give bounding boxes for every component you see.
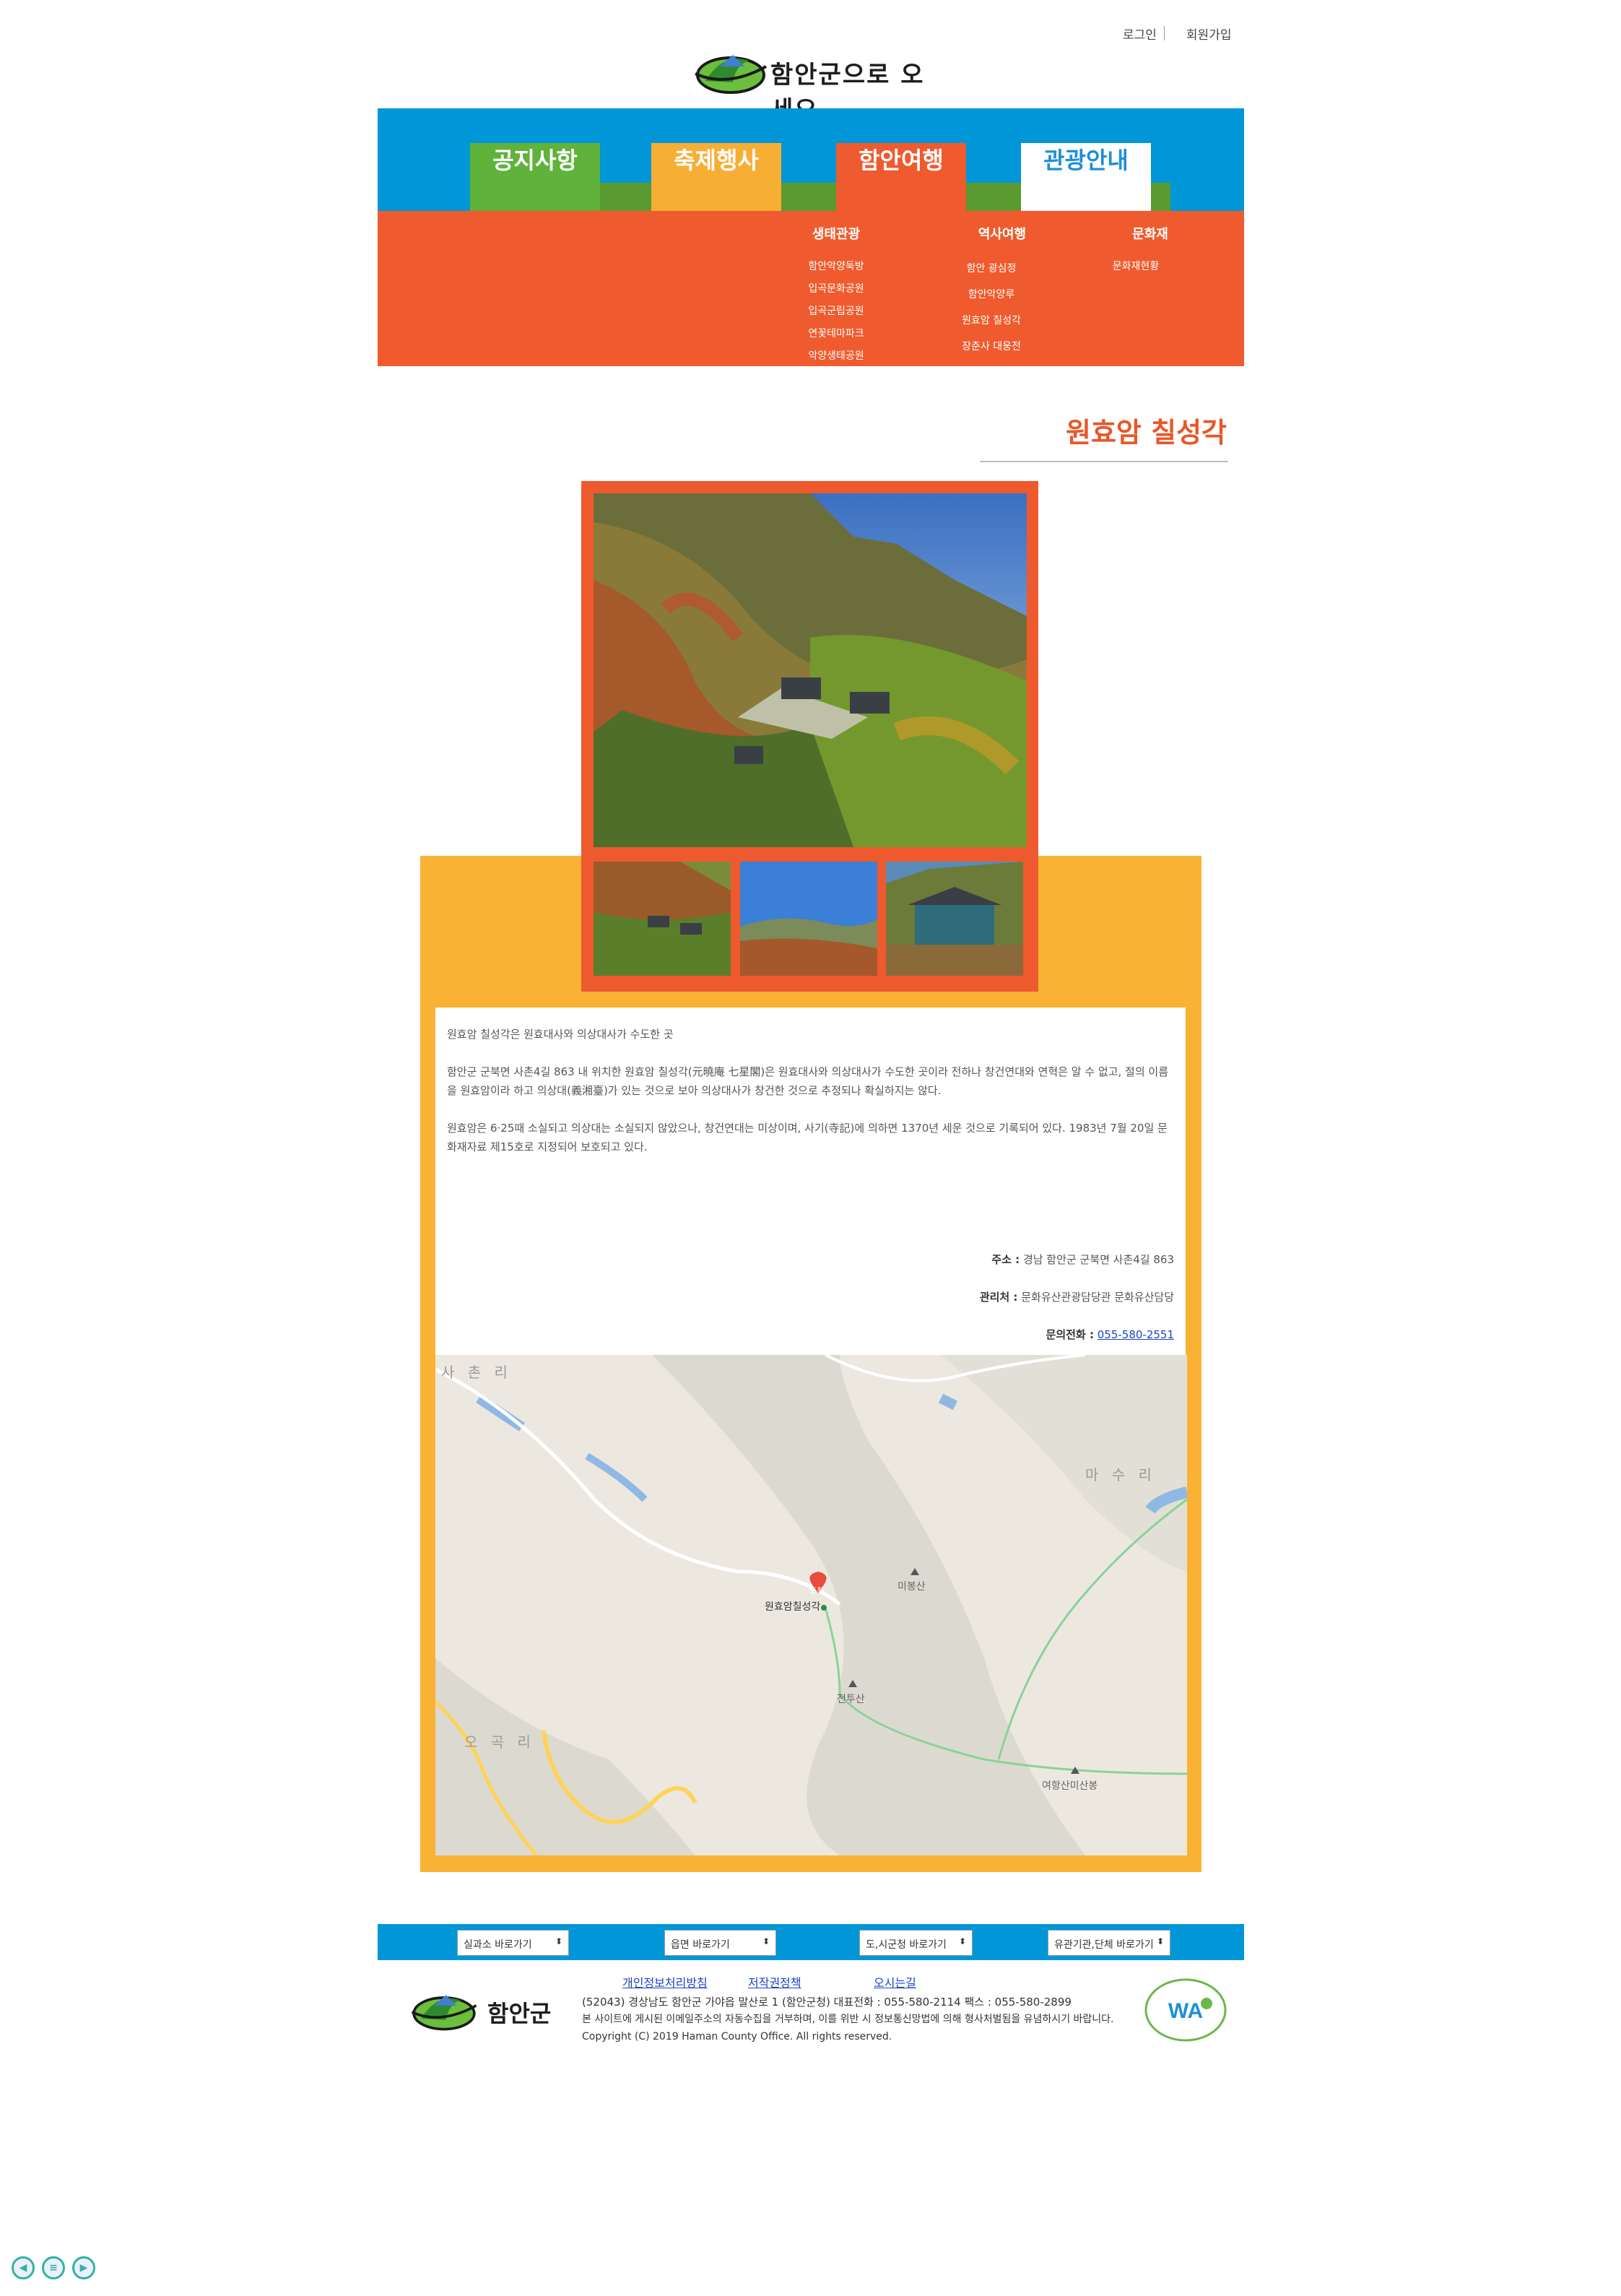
menu-column-title: 문화재 bbox=[1132, 227, 1168, 242]
manager-row: 관리처 : 문화유산관광담당관 문화유산담당 bbox=[980, 1289, 1174, 1304]
map-label: 오 곡 리 bbox=[464, 1733, 535, 1751]
page-title: 원효암 칠성각 bbox=[1066, 417, 1227, 449]
signup-link[interactable]: 회원가입 bbox=[1179, 25, 1239, 43]
menu-item[interactable]: 원효암 칠성각 bbox=[937, 308, 1046, 334]
leaf-logo-icon bbox=[695, 55, 767, 94]
menu-column-title: 생태관광 bbox=[812, 227, 861, 242]
tab-festival[interactable]: 축제행사 bbox=[651, 143, 781, 211]
next-icon[interactable]: ▶ bbox=[72, 2256, 95, 2279]
phone-label: 문의전화 : bbox=[1046, 1328, 1094, 1341]
select-label: 유관기관,단체 바로가기 bbox=[1054, 1939, 1154, 1951]
footer-address: (52043) 경상남도 함안군 가야읍 말산로 1 (함안군청) 대표전화 :… bbox=[582, 1996, 1072, 2009]
directions-link[interactable]: 오시는길 bbox=[874, 1973, 916, 1990]
footer-logo-text: 함안군 bbox=[487, 2000, 552, 2027]
menu-icon[interactable]: ≡ bbox=[42, 2256, 65, 2279]
footer-copyright: Copyright (C) 2019 Haman County Office. … bbox=[582, 2031, 892, 2042]
svg-text:WA: WA bbox=[1168, 1999, 1203, 2023]
address-row: 주소 : 경남 함안군 군북면 사촌4길 863 bbox=[991, 1252, 1174, 1267]
manager-label: 관리처 : bbox=[979, 1291, 1018, 1304]
prev-icon[interactable]: ◀ bbox=[12, 2256, 35, 2279]
tab-travel-label: 함안여행 bbox=[859, 147, 944, 174]
select-department[interactable]: 실과소 바로가기 ⬍ bbox=[457, 1930, 569, 1956]
divider bbox=[1163, 26, 1179, 40]
login-link[interactable]: 로그인 bbox=[1116, 25, 1164, 43]
map-label: 원효암칠성각 bbox=[765, 1601, 821, 1613]
map-label: 도착 bbox=[809, 1586, 825, 1595]
map-label: 마 수 리 bbox=[1085, 1466, 1156, 1483]
footer-logo: 함안군 bbox=[408, 1983, 560, 2040]
select-label: 도,시군청 바로가기 bbox=[866, 1939, 947, 1951]
updown-icon: ⬍ bbox=[1156, 1936, 1164, 1946]
map-label: 미봉산 bbox=[898, 1581, 926, 1593]
updown-icon: ⬍ bbox=[555, 1936, 562, 1946]
description-box: 원효암 칠성각은 원효대사와 의상대사가 수도한 곳 함안군 군북면 사촌4길 … bbox=[435, 1008, 1186, 1355]
manager-value: 문화유산관광담당관 문화유산담당 bbox=[1021, 1291, 1174, 1304]
menu-item[interactable]: 함안 광심정 bbox=[937, 256, 1046, 282]
thumbnail[interactable] bbox=[594, 862, 731, 976]
description-paragraph: 원효암은 6·25때 소실되고 의상대는 소실되지 않았으나, 창건연대는 미상… bbox=[447, 1122, 1168, 1153]
select-label: 실과소 바로가기 bbox=[464, 1939, 532, 1951]
leaf-logo-icon bbox=[411, 1995, 477, 2031]
tab-tour[interactable]: 관광안내 bbox=[1021, 143, 1151, 211]
phone-row: 문의전화 : 055-580-2551 bbox=[1046, 1327, 1174, 1342]
updown-icon: ⬍ bbox=[762, 1936, 770, 1946]
footer-notice: 본 사이트에 게시된 이메일주소의 자동수집을 거부하며, 이를 위반 시 정보… bbox=[582, 2014, 1114, 2025]
updown-icon: ⬍ bbox=[958, 1936, 966, 1946]
select-town[interactable]: 읍면 바로가기 ⬍ bbox=[664, 1930, 776, 1956]
footer-info: (52043) 경상남도 함안군 가야읍 말산로 1 (함안군청) 대표전화 :… bbox=[582, 1993, 1145, 2045]
wa-badge-icon: WA bbox=[1144, 1978, 1227, 2042]
privacy-link[interactable]: 개인정보처리방침 bbox=[622, 1973, 708, 1990]
select-province[interactable]: 도,시군청 바로가기 ⬍ bbox=[859, 1930, 973, 1956]
menu-column-heritage: 문화재 문화재현황 bbox=[1082, 224, 1190, 278]
title-underline bbox=[980, 461, 1228, 462]
select-agency[interactable]: 유관기관,단체 바로가기 ⬍ bbox=[1048, 1930, 1170, 1956]
menu-item[interactable]: 함안악양루 bbox=[937, 282, 1046, 308]
nav-dropdown: 생태관광 함안악양둑방 입곡문화공원 입곡군립공원 연꽃테마파크 악양생태공원 … bbox=[378, 211, 1244, 366]
phone-link[interactable]: 055-580-2551 bbox=[1098, 1328, 1174, 1341]
menu-item[interactable]: 입곡군립공원 bbox=[782, 300, 890, 323]
main-nav: 공지사항 축제행사 함안여행 관광안내 bbox=[378, 108, 1244, 211]
tab-notice-label: 공지사항 bbox=[492, 147, 578, 174]
description-paragraph: 원효암 칠성각은 원효대사와 의상대사가 수도한 곳 bbox=[447, 1028, 674, 1041]
menu-item[interactable]: 함안악양둑방 bbox=[782, 256, 890, 278]
menu-item[interactable]: 장춘사 대웅전 bbox=[937, 334, 1046, 360]
thumbnail[interactable] bbox=[886, 862, 1023, 976]
description-text: 원효암 칠성각은 원효대사와 의상대사가 수도한 곳 함안군 군북면 사촌4길 … bbox=[447, 1025, 1169, 1175]
tab-notice[interactable]: 공지사항 bbox=[470, 143, 600, 211]
tab-travel[interactable]: 함안여행 bbox=[836, 143, 966, 211]
select-label: 읍면 바로가기 bbox=[671, 1939, 730, 1951]
tab-tour-label: 관광안내 bbox=[1043, 147, 1129, 174]
site-logo[interactable]: 함안군으로 오세요 bbox=[691, 45, 936, 125]
map-label: 여항산미산봉 bbox=[1042, 1780, 1098, 1792]
menu-item[interactable]: 연꽃테마파크 bbox=[782, 323, 890, 345]
photo-gallery bbox=[581, 481, 1038, 992]
address-label: 주소 : bbox=[991, 1253, 1020, 1266]
map-label: 전투산 bbox=[837, 1694, 865, 1705]
menu-column-history: 역사여행 함안 광심정 함안악양루 원효암 칠성각 장춘사 대웅전 bbox=[937, 224, 1046, 360]
description-paragraph: 함안군 군북면 사촌4길 863 내 위치한 원효암 칠성각(元曉庵 七星閣)은… bbox=[447, 1065, 1169, 1097]
top-links: 로그인 회원가입 bbox=[1116, 25, 1238, 43]
menu-item[interactable]: 입곡문화공원 bbox=[782, 278, 890, 300]
web-accessibility-mark: WA bbox=[1144, 1977, 1227, 2042]
menu-item[interactable]: 문화재현황 bbox=[1082, 256, 1190, 278]
address-value: 경남 함안군 군북면 사촌4길 863 bbox=[1022, 1253, 1174, 1266]
menu-item[interactable]: 악양생태공원 bbox=[782, 345, 890, 368]
tab-festival-label: 축제행사 bbox=[674, 147, 759, 174]
thumbnail[interactable] bbox=[740, 862, 877, 976]
menu-column-eco: 생태관광 함안악양둑방 입곡문화공원 입곡군립공원 연꽃테마파크 악양생태공원 bbox=[782, 224, 890, 368]
map-label: 사 촌 리 bbox=[441, 1364, 512, 1381]
footer-quicklinks: 실과소 바로가기 ⬍ 읍면 바로가기 ⬍ 도,시군청 바로가기 ⬍ 유관기관,단체 바… bbox=[378, 1924, 1244, 1960]
location-map[interactable]: 사 촌 리 마 수 리 원효암칠성각 도착 미봉산 전투산 여항산미산봉 오 곡… bbox=[435, 1355, 1187, 1855]
main-photo bbox=[594, 493, 1027, 847]
menu-column-title: 역사여행 bbox=[978, 227, 1027, 242]
copyright-policy-link[interactable]: 저작권정책 bbox=[748, 1973, 801, 1990]
